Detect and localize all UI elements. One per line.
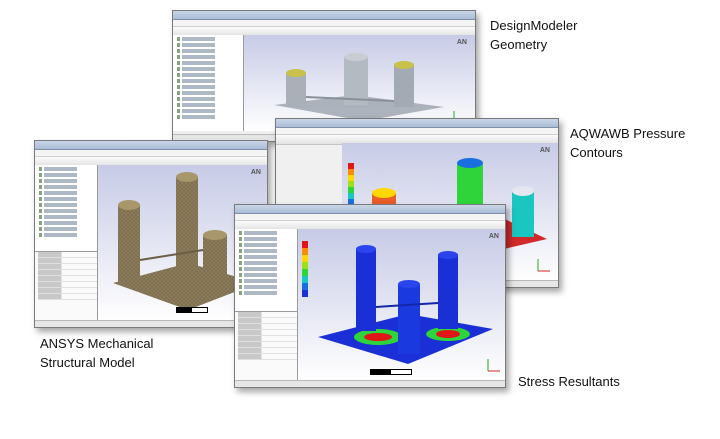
scale-bar <box>176 307 208 313</box>
contour-legend-icon <box>302 241 308 297</box>
ansys-logo-icon: AN <box>488 233 499 240</box>
window-titlebar[interactable] <box>173 11 475 20</box>
window-titlebar[interactable] <box>235 205 505 214</box>
platform-geometry <box>274 53 466 124</box>
graphics-viewport[interactable]: AN <box>298 229 505 381</box>
menu-bar[interactable] <box>173 20 475 27</box>
mechanical-window: AN <box>34 140 268 328</box>
scale-bar <box>370 369 412 375</box>
model-tree[interactable] <box>173 35 244 131</box>
status-bar <box>35 320 267 327</box>
caption-mechanical: ANSYS Mechanical Structural Model <box>40 336 154 370</box>
status-bar <box>235 380 505 387</box>
stress-window: AN <box>234 204 506 388</box>
caption-designmodeler: DesignModeler Geometry <box>490 18 578 52</box>
stress-contour-model <box>302 241 500 372</box>
axis-triad-icon <box>487 359 500 372</box>
details-pane[interactable] <box>35 251 98 322</box>
menu-bar[interactable] <box>35 150 267 157</box>
ansys-logo-icon: AN <box>456 39 467 46</box>
axis-triad-icon <box>537 259 550 272</box>
graphics-viewport[interactable]: AN <box>244 35 475 131</box>
menu-bar[interactable] <box>235 214 505 221</box>
caption-stress: Stress Resultants <box>518 374 620 389</box>
details-pane[interactable] <box>235 311 298 382</box>
ansys-logo-icon: AN <box>539 147 550 154</box>
model-tree[interactable] <box>235 229 298 311</box>
ansys-logo-icon: AN <box>250 169 261 176</box>
menu-bar[interactable] <box>276 128 558 135</box>
window-titlebar[interactable] <box>276 119 558 128</box>
caption-aqwa-pressure: AQWAWB Pressure Contours <box>570 126 686 160</box>
model-tree[interactable] <box>35 165 98 251</box>
window-titlebar[interactable] <box>35 141 267 150</box>
